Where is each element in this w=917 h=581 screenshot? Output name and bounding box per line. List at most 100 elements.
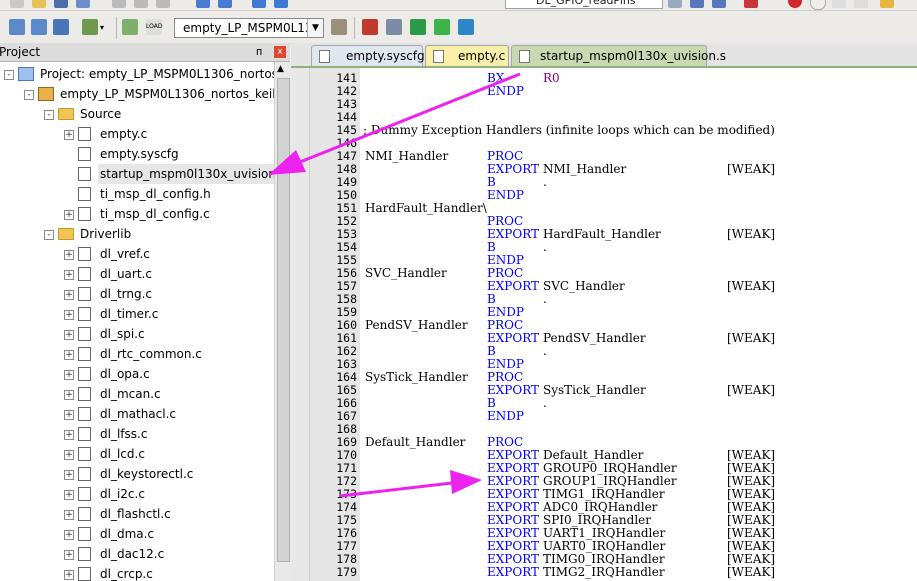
tree-item[interactable]: + dl_rtc_common.c [0, 344, 274, 364]
batch-build-icon[interactable] [82, 19, 98, 35]
expand-icon[interactable]: + [64, 390, 74, 400]
file-extensions-icon[interactable] [362, 19, 378, 35]
nav-forward-icon[interactable] [274, 0, 288, 8]
tree-item[interactable]: + empty.c [0, 124, 274, 144]
expand-icon[interactable]: + [64, 350, 74, 360]
tree-item[interactable]: startup_mspm0l130x_uvision.s [0, 164, 274, 184]
tree-item[interactable]: + dl_trng.c [0, 284, 274, 304]
rebuild-icon[interactable] [53, 19, 69, 35]
expand-icon[interactable]: + [64, 450, 74, 460]
expand-icon[interactable]: + [64, 470, 74, 480]
target-options-icon[interactable] [331, 19, 347, 35]
build-icon[interactable] [31, 19, 47, 35]
window-icon[interactable] [880, 0, 894, 8]
close-icon[interactable]: x [274, 46, 286, 58]
breakpoint-icon[interactable] [788, 0, 802, 8]
tree-item[interactable]: + dl_dac12.c [0, 544, 274, 564]
scrollbar-thumb[interactable] [277, 78, 290, 562]
tree-item[interactable]: + dl_lfss.c [0, 424, 274, 444]
expand-icon[interactable]: + [64, 530, 74, 540]
cut-icon[interactable] [112, 0, 126, 8]
translate-icon[interactable] [9, 19, 25, 35]
tab-startup-s[interactable]: startup_mspm0l130x_uvision.s [511, 45, 726, 66]
chevron-down-icon[interactable]: ▼ [307, 19, 323, 37]
tree-item[interactable]: + dl_lcd.c [0, 444, 274, 464]
load-icon[interactable]: LOAD [146, 19, 162, 35]
expand-icon[interactable]: + [64, 290, 74, 300]
tree-item[interactable]: + dl_keystorectl.c [0, 464, 274, 484]
tree-item[interactable]: + dl_spi.c [0, 324, 274, 344]
tree-item[interactable]: + dl_flashctl.c [0, 504, 274, 524]
breakpoint-options-icon[interactable] [854, 0, 868, 8]
save-all-icon[interactable] [76, 0, 90, 8]
tree-item[interactable]: - empty_LP_MSPM0L1306_nortos_keil [0, 84, 274, 104]
expand-icon[interactable]: + [64, 130, 74, 140]
expand-icon[interactable]: + [64, 270, 74, 280]
tree-item-label: empty_LP_MSPM0L1306_nortos_keil [60, 87, 274, 101]
tab-empty-syscfg[interactable]: empty.syscfg [311, 45, 425, 66]
tree-item[interactable]: - Project: empty_LP_MSPM0L1306_nortos_kei… [0, 64, 274, 84]
tree-item[interactable]: + ti_msp_dl_config.c [0, 204, 274, 224]
save-icon[interactable] [54, 0, 68, 8]
open-folder-icon[interactable] [32, 0, 46, 8]
expand-icon[interactable]: + [64, 430, 74, 440]
tree-item[interactable]: - Source [0, 104, 274, 124]
find-dropdown-icon[interactable] [668, 0, 682, 8]
tree-item[interactable]: + dl_uart.c [0, 264, 274, 284]
tree-item-label: ti_msp_dl_config.h [100, 187, 211, 201]
tree-item[interactable]: + dl_mathacl.c [0, 404, 274, 424]
manage-rte-icon[interactable] [386, 19, 402, 35]
code-area[interactable]: BX R0 ENDP; Dummy Exception Handlers (infi… [361, 68, 917, 581]
code-editor[interactable]: 141 142 143 144 145 146 147 148 149 150 151 152 153 1… [291, 68, 917, 581]
expand-icon[interactable]: + [64, 510, 74, 520]
find-combo[interactable]: DL_GPIO_readPins [505, 0, 663, 9]
tree-item[interactable]: + dl_i2c.c [0, 484, 274, 504]
expand-icon[interactable]: + [64, 310, 74, 320]
disable-breakpoint-icon[interactable] [810, 0, 826, 10]
debug-session-icon[interactable] [744, 0, 758, 8]
new-file-icon[interactable] [10, 0, 24, 8]
editor-tab-bar: empty.syscfg empty.c startup_mspm0l130x_… [291, 43, 917, 68]
tree-item[interactable]: - Driverlib [0, 224, 274, 244]
expand-icon[interactable]: + [64, 550, 74, 560]
collapse-icon[interactable]: - [4, 70, 14, 80]
expand-icon[interactable]: + [64, 210, 74, 220]
project-tree-scrollbar[interactable]: ▲ [274, 62, 291, 581]
expand-icon[interactable]: + [64, 330, 74, 340]
tree-item[interactable]: ti_msp_dl_config.h [0, 184, 274, 204]
expand-icon[interactable]: + [64, 250, 74, 260]
collapse-icon[interactable]: - [44, 230, 54, 240]
find-in-files-icon[interactable] [690, 0, 704, 8]
select-packs-icon[interactable] [410, 19, 426, 35]
tree-item[interactable]: + dl_opa.c [0, 364, 274, 384]
paste-icon[interactable] [156, 0, 170, 8]
tree-item[interactable]: + dl_mcan.c [0, 384, 274, 404]
tree-item[interactable]: + dl_vref.c [0, 244, 274, 264]
expand-icon[interactable]: + [64, 570, 74, 580]
scroll-up-icon[interactable]: ▲ [277, 64, 284, 74]
breakpoint-gutter[interactable] [291, 68, 310, 581]
expand-icon[interactable]: + [64, 490, 74, 500]
tree-item[interactable]: empty.syscfg [0, 144, 274, 164]
nav-back-icon[interactable] [252, 0, 266, 8]
collapse-icon[interactable]: - [24, 90, 34, 100]
kill-breakpoints-icon[interactable] [832, 0, 846, 8]
tab-empty-c[interactable]: empty.c [425, 45, 509, 66]
expand-icon[interactable]: + [64, 410, 74, 420]
tree-item[interactable]: + dl_crcp.c [0, 564, 274, 581]
file-c-icon [78, 507, 91, 521]
tree-item[interactable]: + dl_timer.c [0, 304, 274, 324]
pack-installer-icon[interactable] [434, 19, 450, 35]
redo-icon[interactable] [218, 0, 232, 8]
pin-icon[interactable]: ᴨ [256, 43, 262, 61]
expand-icon[interactable]: + [64, 370, 74, 380]
find-icon[interactable] [712, 0, 726, 8]
sysconfig-icon[interactable] [458, 19, 474, 35]
batch-dropdown-icon[interactable]: ▾ [100, 23, 108, 32]
undo-icon[interactable] [196, 0, 210, 8]
collapse-icon[interactable]: - [44, 110, 54, 120]
tree-item[interactable]: + dl_dma.c [0, 524, 274, 544]
target-select[interactable]: empty_LP_MSPM0L1306_nortos_keil ▼ [174, 18, 324, 38]
stop-build-icon[interactable] [122, 19, 138, 35]
copy-icon[interactable] [134, 0, 148, 8]
